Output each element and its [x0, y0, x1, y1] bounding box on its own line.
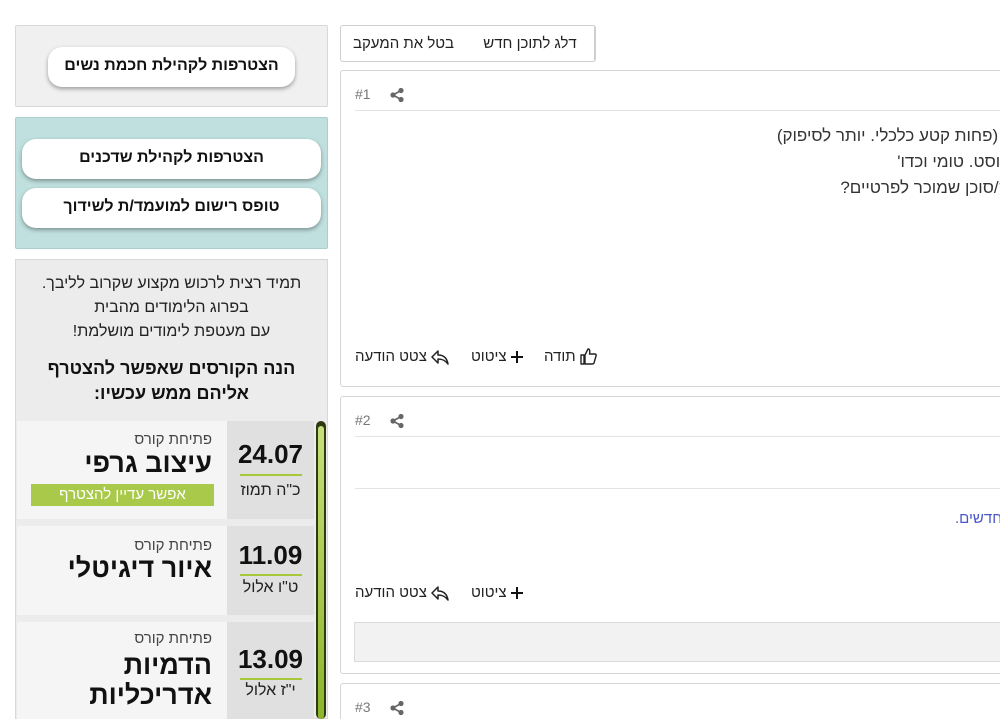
quote-label: ציטוט	[471, 348, 507, 365]
quote-post-button[interactable]: צטט הודעה	[355, 584, 449, 601]
quote-post-label: צטט הודעה	[355, 348, 427, 365]
quote-button[interactable]: ציטוט	[471, 584, 523, 601]
thumbs-up-icon	[579, 348, 597, 365]
course-opening-label: פתיחת קורס	[134, 431, 212, 448]
topic-toolbar: בטל את המעקב דלג לתוכן חדש	[340, 25, 596, 62]
course-title: עיצוב גרפי	[84, 448, 212, 478]
join-matchmakers-community-button[interactable]: הצטרפות לקהילת שדכנים	[22, 139, 321, 179]
course-date: 11.09	[238, 540, 303, 570]
promo-heading-line: הנה הקורסים שאפשר להצטרף	[47, 358, 296, 378]
skip-to-new-content-button[interactable]: דלג לתוכן חדש	[466, 26, 595, 61]
date-divider	[240, 474, 302, 476]
course-hebrew-date: ט"ו אלול	[242, 579, 299, 596]
date-divider	[240, 678, 302, 680]
promo-text: תמיד רצית לרכוש מקצוע שקרוב לליבך. בפרוג…	[16, 272, 327, 344]
share-icon[interactable]	[389, 87, 405, 103]
post-body-line: תי (פחות קטע כלכלי. יותר לסיפוק)	[776, 126, 1000, 145]
post-number[interactable]: #2	[355, 412, 371, 428]
course-card[interactable]: 24.07 כ"ה תמוז פתיחת קורס עיצוב גרפי אפש…	[17, 421, 314, 519]
course-title: הדמיות אדריכליות	[89, 650, 212, 710]
course-card[interactable]: 13.09 י"ז אלול פתיחת קורס הדמיות אדריכלי…	[17, 622, 314, 719]
post-header-divider	[355, 110, 1000, 111]
post-body-line: פק/סוכן שמוכר לפרטיים?	[840, 178, 1000, 197]
quote-post-button[interactable]: צטט הודעה	[355, 348, 449, 365]
course-opening-label: פתיחת קורס	[134, 537, 212, 554]
reply-arrow-icon	[431, 349, 449, 365]
reply-arrow-icon	[431, 585, 449, 601]
thanks-label: תודה	[544, 348, 576, 365]
post-number[interactable]: #1	[355, 86, 371, 102]
join-women-community-button[interactable]: הצטרפות לקהילת חכמת נשים	[48, 47, 295, 87]
forum-post: #1 תי (פחות קטע כלכלי. יותר לסיפוק) לקוס…	[340, 70, 1000, 387]
post-header-divider	[355, 436, 1000, 437]
matchmakers-panel	[15, 117, 328, 249]
forum-post: #3	[340, 683, 1000, 719]
post-footer-box	[354, 622, 1000, 662]
quote-post-label: צטט הודעה	[355, 584, 427, 601]
course-date: 24.07	[237, 439, 304, 469]
cancel-follow-button[interactable]: בטל את המעקב	[341, 26, 466, 61]
course-date: 13.09	[237, 644, 304, 674]
course-title: איור דיגיטלי	[67, 553, 212, 583]
course-hebrew-date: כ"ה תמוז	[240, 482, 301, 499]
post-body-line: לקוסט. טומי וכדו'	[897, 152, 1000, 171]
course-card[interactable]: 11.09 ט"ו אלול פתיחת קורס איור דיגיטלי	[17, 526, 314, 615]
course-title-line: הדמיות	[123, 650, 212, 680]
share-icon[interactable]	[389, 700, 405, 716]
thanks-button[interactable]: תודה	[544, 348, 597, 365]
post-number[interactable]: #3	[355, 699, 371, 715]
post-link[interactable]: חדשים.	[955, 510, 1000, 527]
share-icon[interactable]	[389, 413, 405, 429]
plus-icon	[510, 586, 523, 599]
promo-line: תמיד רצית לרכוש מקצוע שקרוב לליבך.	[41, 275, 302, 292]
date-divider	[240, 574, 302, 576]
courses-scrollbar-thumb[interactable]	[318, 426, 324, 719]
quote-button[interactable]: ציטוט	[471, 348, 523, 365]
candidate-registration-form-button[interactable]: טופס רישום למועמד/ת לשידוך	[22, 188, 321, 228]
post-body-divider	[355, 488, 1000, 489]
course-hebrew-date: י"ז אלול	[245, 682, 296, 699]
course-date-block: 13.09 י"ז אלול	[227, 622, 314, 719]
plus-icon	[510, 350, 523, 363]
still-can-join-badge[interactable]: אפשר עדיין להצטרף	[31, 484, 214, 506]
promo-line: בפרוג הלימודים מהבית	[94, 299, 249, 316]
promo-line: עם מעטפת לימודים מושלמת!	[72, 323, 271, 340]
promo-heading-line: אליהם ממש עכשיו:	[94, 383, 249, 403]
course-date-block: 24.07 כ"ה תמוז	[227, 421, 314, 519]
quote-label: ציטוט	[471, 584, 507, 601]
course-date-block: 11.09 ט"ו אלול	[227, 526, 314, 615]
course-title-line: אדריכליות	[89, 680, 212, 710]
promo-heading: הנה הקורסים שאפשר להצטרף אליהם ממש עכשיו…	[16, 356, 327, 406]
forum-post: #2 חדשים. צטט הודעה ציטוט	[340, 396, 1000, 674]
course-opening-label: פתיחת קורס	[134, 630, 212, 647]
